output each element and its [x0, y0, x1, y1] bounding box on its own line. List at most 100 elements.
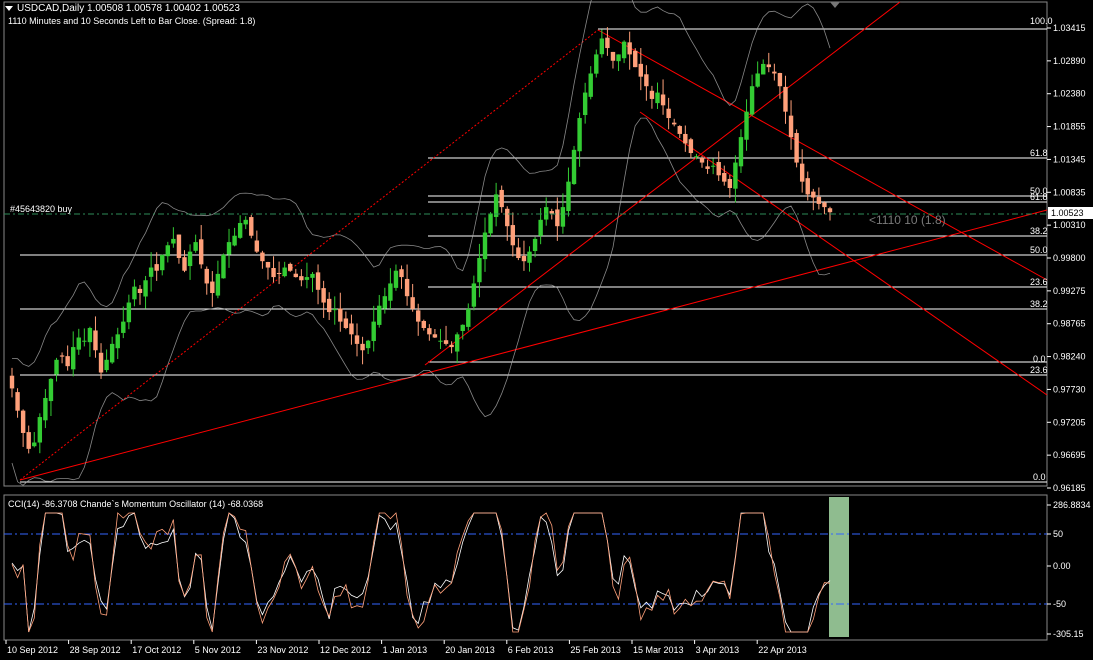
candle-body: [460, 324, 465, 331]
candle-body: [221, 254, 226, 279]
candle-body: [115, 334, 120, 349]
candle-body: [677, 126, 682, 134]
candle-body: [82, 340, 87, 342]
candle-body: [365, 340, 371, 349]
candle-body: [71, 347, 76, 370]
candle-body: [733, 162, 738, 189]
indicator-tick-label: 50: [1053, 529, 1063, 539]
highlight-zone: [829, 497, 849, 637]
candle-body: [649, 90, 655, 99]
price-tick-label: 1.00835: [1053, 187, 1086, 197]
shift-marker-icon[interactable]: [830, 2, 840, 8]
candle-body: [822, 202, 827, 208]
candle-body: [282, 267, 287, 277]
candle-body: [788, 115, 794, 138]
candle-body: [694, 156, 699, 158]
candle-body: [226, 242, 232, 255]
date-tick-label: 5 Nov 2012: [195, 645, 241, 655]
candle-body: [566, 181, 571, 212]
candle-body: [32, 442, 37, 447]
candle-body: [204, 268, 209, 284]
fib-level-label: 100.0: [1030, 16, 1053, 26]
candle-body: [772, 71, 777, 74]
candle-body: [404, 278, 410, 297]
candle-body: [271, 268, 276, 278]
candle-body: [37, 417, 43, 443]
candle-body: [644, 74, 649, 87]
candle-body: [93, 330, 98, 351]
candle-body: [54, 359, 59, 375]
candle-body: [265, 261, 271, 268]
symbol-header: USDCAD,Daily 1.00508 1.00578 1.00402 1.0…: [17, 3, 240, 14]
date-tick-label: 22 Apr 2013: [758, 645, 807, 655]
candle-body: [638, 63, 644, 77]
candle-body: [799, 163, 805, 182]
indicator-tick-label: 0.00: [1053, 561, 1071, 571]
chart-menu-arrow-icon[interactable]: [5, 6, 13, 11]
candle-body: [48, 378, 54, 402]
price-tick-label: 0.98765: [1053, 319, 1086, 329]
candle-body: [588, 73, 593, 97]
candle-body: [527, 251, 532, 263]
candle-body: [471, 283, 477, 307]
candle-body: [76, 337, 81, 350]
candle-body: [827, 208, 833, 213]
candle-body: [655, 92, 660, 104]
candle-body: [683, 133, 688, 144]
candle-body: [360, 343, 365, 351]
price-tick-label: 1.00310: [1053, 220, 1086, 230]
candle-body: [633, 50, 638, 68]
chart-canvas[interactable]: 100.061.850.061.838.250.023.638.20.023.6…: [0, 0, 1093, 660]
candle-body: [627, 42, 632, 55]
price-tick-label: 1.03415: [1053, 23, 1086, 33]
candle-body: [193, 242, 198, 251]
candle-body: [738, 137, 744, 167]
candle-body: [338, 308, 343, 322]
candle-body: [427, 328, 432, 335]
chart-background: [0, 0, 1093, 660]
candle-body: [794, 133, 799, 163]
fib-level-label: 23.6: [1030, 365, 1048, 375]
date-tick-label: 17 Oct 2012: [132, 645, 181, 655]
candle-body: [87, 327, 93, 343]
candle-body: [26, 432, 31, 449]
candle-body: [132, 286, 137, 300]
candle-body: [393, 270, 399, 288]
candle-body: [710, 165, 716, 167]
price-tick-label: 0.97205: [1053, 417, 1086, 427]
candle-body: [126, 302, 132, 323]
candle-body: [388, 283, 393, 301]
date-tick-label: 1 Jan 2013: [383, 645, 428, 655]
price-tick-label: 1.02890: [1053, 56, 1086, 66]
candle-body: [699, 157, 705, 163]
candle-body: [477, 258, 482, 283]
candle-body: [137, 288, 143, 293]
price-tick-label: 0.96185: [1053, 483, 1086, 493]
date-tick-label: 25 Feb 2013: [570, 645, 621, 655]
candle-body: [777, 73, 783, 87]
candle-body: [432, 334, 438, 338]
candle-body: [237, 223, 243, 238]
candle-body: [165, 245, 171, 257]
candle-body: [716, 162, 721, 176]
candle-body: [449, 344, 454, 348]
candle-body: [599, 38, 605, 55]
candle-body: [160, 254, 165, 271]
date-tick-label: 6 Feb 2013: [508, 645, 554, 655]
candle-body: [276, 272, 282, 274]
candle-body: [538, 219, 543, 236]
candle-body: [143, 280, 148, 297]
candle-body: [321, 288, 326, 303]
candle-body: [343, 318, 349, 328]
candle-body: [371, 321, 376, 342]
candle-body: [232, 235, 237, 246]
candle-body: [671, 122, 677, 125]
candle-body: [755, 73, 760, 87]
candle-body: [410, 297, 415, 309]
candle-body: [349, 323, 354, 335]
candle-body: [805, 178, 810, 195]
candle-body: [605, 37, 610, 49]
fib-level-label: 0.0: [1033, 354, 1046, 364]
candle-body: [43, 397, 48, 421]
candle-body: [210, 281, 215, 293]
